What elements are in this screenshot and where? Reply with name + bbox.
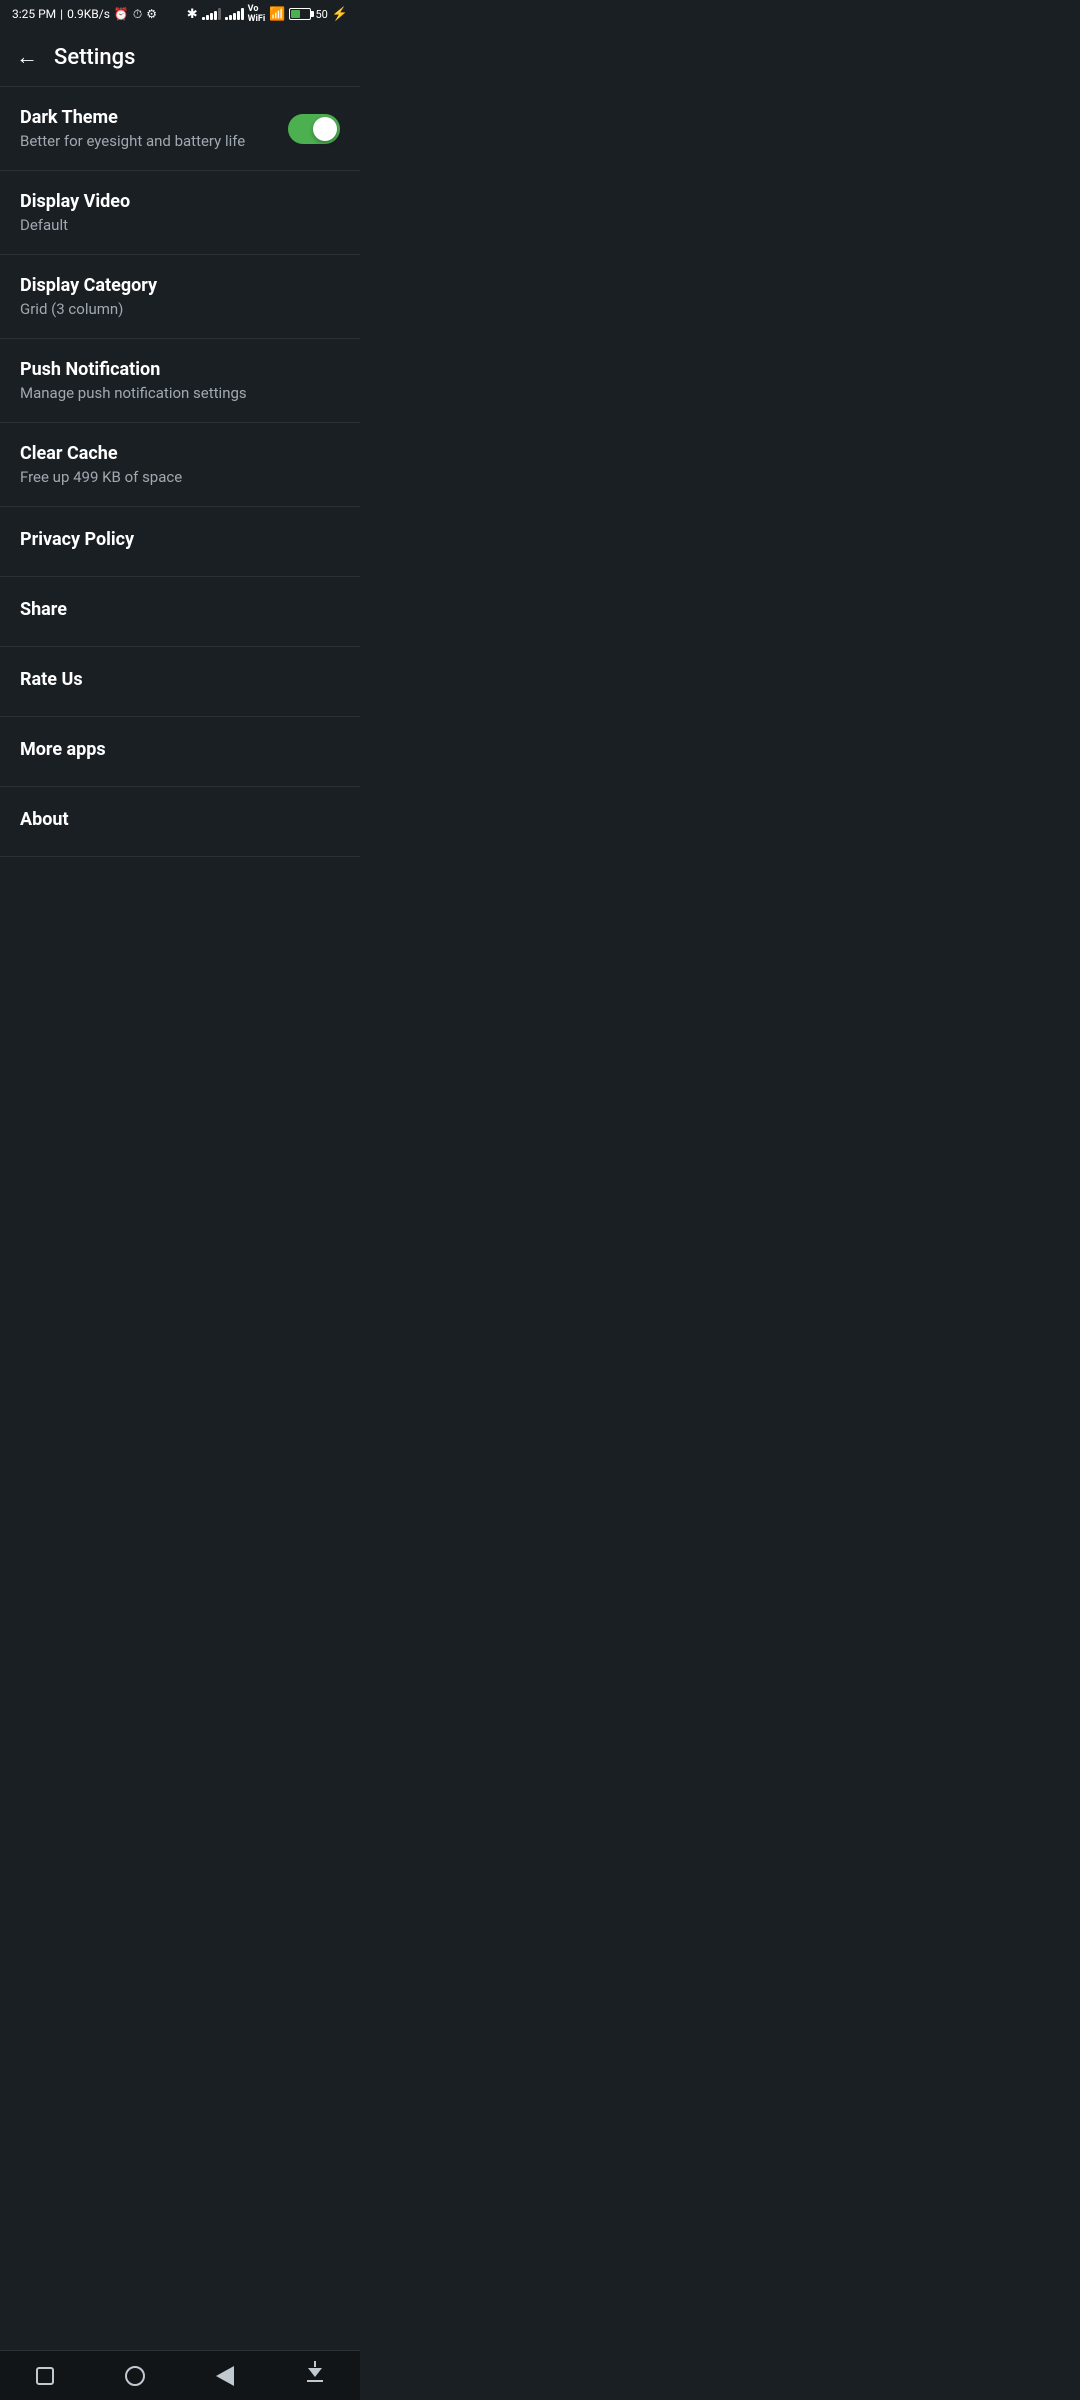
alarm-icon: ⏰ [114, 7, 129, 21]
about-item[interactable]: About [0, 787, 360, 857]
clear-cache-title: Clear Cache [20, 443, 340, 464]
dark-theme-item[interactable]: Dark Theme Better for eyesight and batte… [0, 87, 360, 171]
wifi-icon: 📶 [269, 7, 285, 22]
recent-apps-icon [36, 2367, 54, 2385]
rate-us-title: Rate Us [20, 669, 340, 690]
more-apps-item[interactable]: More apps [0, 717, 360, 787]
menu-button[interactable] [285, 2356, 345, 2396]
display-category-item[interactable]: Display Category Grid (3 column) [0, 255, 360, 339]
push-notification-item[interactable]: Push Notification Manage push notificati… [0, 339, 360, 423]
push-notification-title: Push Notification [20, 359, 340, 380]
battery-percent: 50 [315, 8, 327, 21]
toggle-track [288, 114, 340, 144]
push-notification-subtitle: Manage push notification settings [20, 384, 340, 402]
status-bar: 3:25 PM | 0.9KB/s ⏰ ⏱ ⚙ ✱ VoWiFi [0, 0, 360, 28]
page-title: Settings [54, 45, 135, 70]
vowifi-icon: VoWiFi [248, 4, 266, 24]
recent-apps-button[interactable] [15, 2356, 75, 2396]
network-speed: | [60, 7, 63, 21]
battery-icon [289, 8, 311, 20]
charging-icon: ⚡ [332, 7, 348, 22]
push-notification-content: Push Notification Manage push notificati… [20, 359, 340, 402]
dark-theme-content: Dark Theme Better for eyesight and batte… [20, 107, 288, 150]
rate-us-item[interactable]: Rate Us [0, 647, 360, 717]
display-category-content: Display Category Grid (3 column) [20, 275, 340, 318]
clock-icon: ⏱ [133, 7, 142, 22]
about-title: About [20, 809, 340, 830]
display-category-subtitle: Grid (3 column) [20, 300, 340, 318]
nav-bar [0, 2350, 360, 2400]
display-category-title: Display Category [20, 275, 340, 296]
signal-bars-1 [202, 8, 221, 20]
display-video-item[interactable]: Display Video Default [0, 171, 360, 255]
share-item[interactable]: Share [0, 577, 360, 647]
privacy-policy-item[interactable]: Privacy Policy [0, 507, 360, 577]
clear-cache-content: Clear Cache Free up 499 KB of space [20, 443, 340, 486]
privacy-policy-title: Privacy Policy [20, 529, 340, 550]
bluetooth-icon: ✱ [187, 7, 198, 22]
back-button[interactable]: ← [16, 44, 38, 70]
display-video-title: Display Video [20, 191, 340, 212]
home-button[interactable] [105, 2356, 165, 2396]
dark-theme-subtitle: Better for eyesight and battery life [20, 132, 288, 150]
clear-cache-item[interactable]: Clear Cache Free up 499 KB of space [0, 423, 360, 507]
settings-list: Dark Theme Better for eyesight and batte… [0, 87, 360, 917]
status-left: 3:25 PM | 0.9KB/s ⏰ ⏱ ⚙ [12, 7, 157, 22]
more-apps-title: More apps [20, 739, 340, 760]
dark-theme-title: Dark Theme [20, 107, 288, 128]
dark-theme-toggle[interactable] [288, 114, 340, 144]
download-icon [307, 2370, 323, 2382]
status-right: ✱ VoWiFi 📶 50 ⚡ [187, 4, 348, 24]
display-video-subtitle: Default [20, 216, 340, 234]
home-icon [125, 2366, 145, 2386]
time: 3:25 PM [12, 7, 56, 21]
back-nav-button[interactable] [195, 2356, 255, 2396]
share-title: Share [20, 599, 340, 620]
signal-bars-2 [225, 8, 244, 20]
display-video-content: Display Video Default [20, 191, 340, 234]
extra-icon: ⚙ [146, 7, 157, 21]
data-speed: 0.9KB/s [67, 7, 110, 21]
back-nav-icon [216, 2366, 234, 2386]
toggle-thumb [313, 117, 337, 141]
header: ← Settings [0, 28, 360, 86]
clear-cache-subtitle: Free up 499 KB of space [20, 468, 340, 486]
back-arrow-icon: ← [16, 44, 38, 70]
